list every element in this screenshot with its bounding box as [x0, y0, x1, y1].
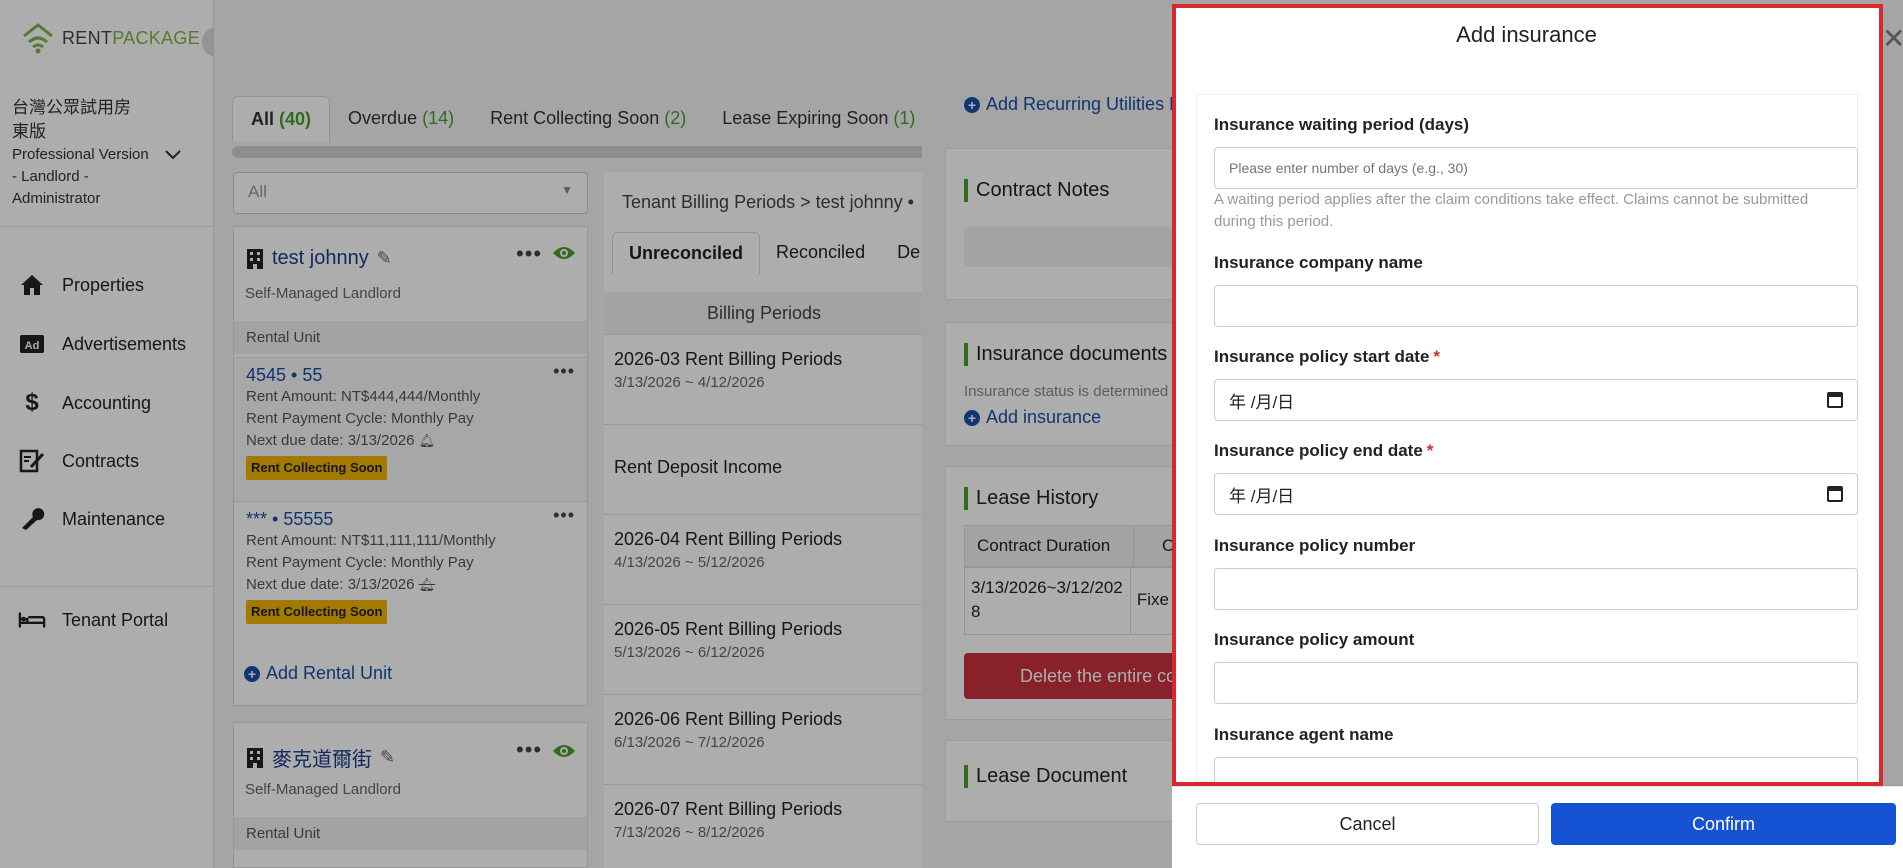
waiting-period-label: Insurance waiting period (days) — [1214, 115, 1470, 134]
company-name-input[interactable] — [1214, 285, 1858, 327]
confirm-button[interactable]: Confirm — [1551, 803, 1896, 845]
calendar-icon[interactable] — [1827, 392, 1843, 408]
close-icon[interactable]: ✕ — [1882, 22, 1903, 55]
policy-number-input[interactable] — [1214, 568, 1858, 610]
cancel-button[interactable]: Cancel — [1196, 803, 1539, 845]
insurance-form: Insurance waiting period (days) A waitin… — [1196, 94, 1858, 783]
policy-number-label: Insurance policy number — [1214, 536, 1416, 555]
policy-amount-label: Insurance policy amount — [1214, 630, 1415, 649]
required-mark: * — [1426, 441, 1434, 460]
waiting-period-hint: A waiting period applies after the claim… — [1214, 191, 1809, 230]
policy-amount-input[interactable] — [1214, 662, 1858, 704]
agent-name-label: Insurance agent name — [1214, 725, 1394, 744]
end-date-input[interactable]: 年 /月/日 — [1214, 473, 1858, 515]
modal-title: Add insurance — [1456, 22, 1597, 47]
start-date-label: Insurance policy start date * — [1214, 347, 1441, 366]
required-mark: * — [1433, 347, 1441, 366]
end-date-label: Insurance policy end date * — [1214, 441, 1434, 460]
company-name-label: Insurance company name — [1214, 253, 1423, 272]
calendar-icon[interactable] — [1827, 486, 1843, 502]
start-date-input[interactable]: 年 /月/日 — [1214, 379, 1858, 421]
waiting-period-input[interactable] — [1214, 147, 1858, 189]
agent-name-input[interactable] — [1214, 757, 1858, 783]
